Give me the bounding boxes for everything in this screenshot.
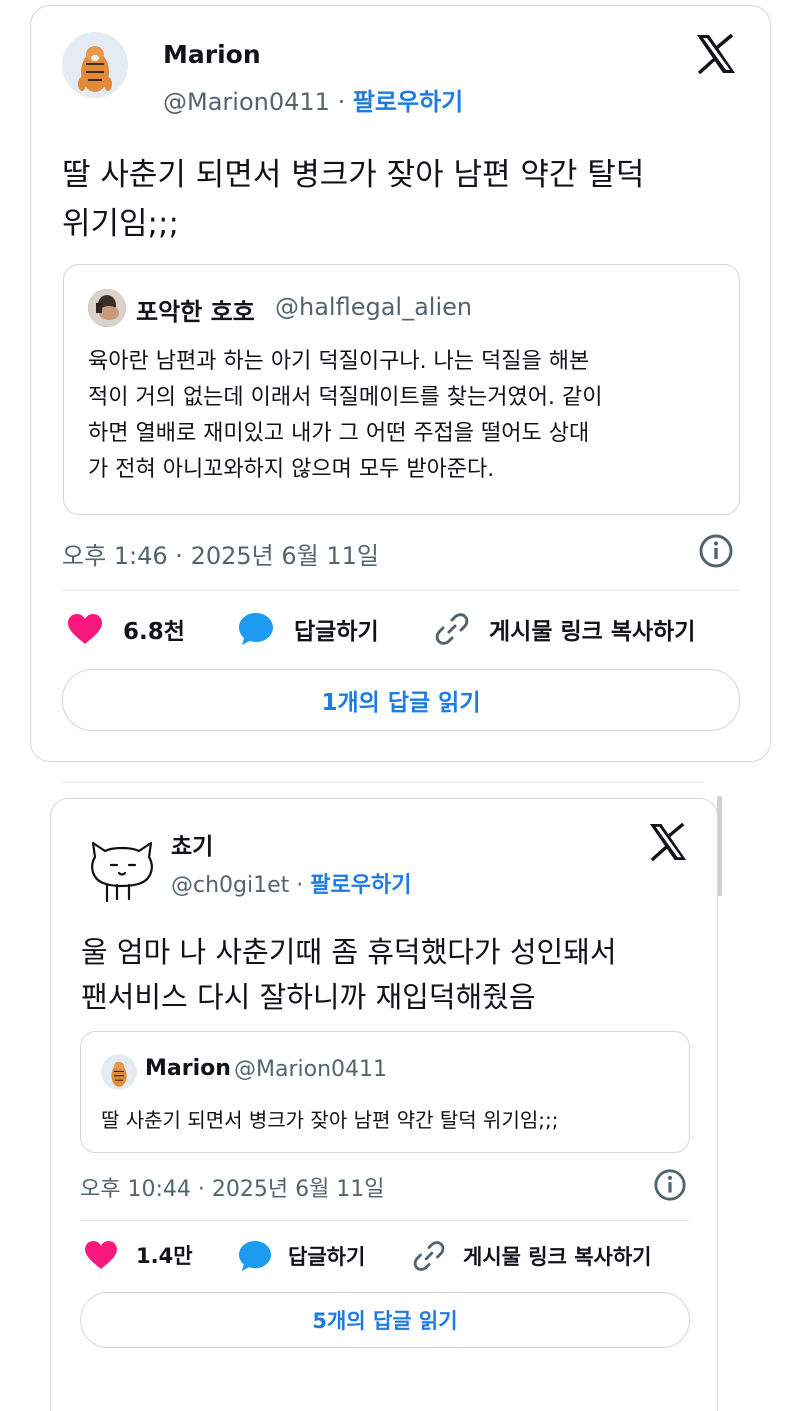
divider [80, 1220, 690, 1221]
copy-link-button[interactable]: 게시물 링크 복사하기 [435, 612, 695, 646]
like-count: 6.8천 [123, 619, 185, 645]
quote-text-line: 하면 열배로 재미있고 내가 그 어떤 주접을 떨어도 상대 [88, 421, 590, 446]
quote-author-avatar [88, 289, 126, 327]
copy-link-button[interactable]: 게시물 링크 복사하기 [413, 1240, 652, 1272]
quote-author-handle: @halflegal_alien [275, 293, 473, 321]
tweet-card: 쵸기 @ch0gi1et · 팔로우하기 울 엄마 나 사춘기때 좀 휴덕했다가… [50, 798, 718, 1411]
author-name[interactable]: Marion [163, 40, 261, 69]
reply-label: 답글하기 [294, 619, 379, 645]
author-handle-line: @ch0gi1et · 팔로우하기 [171, 867, 411, 899]
cat-doodle-avatar[interactable] [87, 835, 157, 905]
tiger-avatar[interactable] [62, 32, 128, 98]
quoted-tweet[interactable]: 포악한 호호 @halflegal_alien 육아란 남편과 하는 아기 덕질… [63, 264, 740, 515]
tweet-text-line: 딸 사춘기 되면서 병크가 잦아 남편 약간 탈덕 [62, 157, 645, 193]
timestamp[interactable]: 오후 10:44 · 2025년 6월 11일 [80, 1171, 385, 1203]
link-icon [435, 613, 469, 645]
info-icon[interactable] [653, 1168, 687, 1206]
tweet-card: Marion @Marion0411 · 팔로우하기 딸 사춘기 되면서 병크가… [30, 5, 771, 762]
timestamp[interactable]: 오후 1:46 · 2025년 6월 11일 [62, 536, 379, 571]
quote-text: 딸 사춘기 되면서 병크가 잦아 남편 약간 탈덕 위기임;;; [101, 1108, 559, 1132]
tweet-text-line: 팬서비스 다시 잘하니까 재입덕해줬음 [81, 980, 536, 1014]
reply-button[interactable]: 답글하기 [238, 612, 379, 646]
quote-author-name: 포악한 호호 [136, 298, 255, 326]
copy-link-label: 게시물 링크 복사하기 [489, 619, 696, 645]
quote-text-line: 가 전혀 아니꼬와하지 않으며 모두 받아준다. [88, 457, 495, 482]
reply-bubble-icon [239, 613, 273, 645]
quoted-tweet[interactable]: Marion @Marion0411 딸 사춘기 되면서 병크가 잦아 남편 약… [80, 1031, 690, 1153]
follow-button[interactable]: 팔로우하기 [353, 88, 463, 116]
tweet-text-line: 위기임;;; [62, 206, 179, 242]
read-replies-button[interactable]: 1개의 답글 읽기 [62, 669, 740, 731]
quote-text-line: 육아란 남편과 하는 아기 덕질이구나. 나는 덕질을 해본 [88, 349, 590, 374]
quote-author-avatar [101, 1054, 137, 1090]
like-count: 1.4만 [136, 1244, 193, 1268]
like-button[interactable]: 1.4만 [84, 1240, 193, 1270]
like-button[interactable]: 6.8천 [67, 612, 185, 646]
reply-label: 답글하기 [288, 1245, 366, 1269]
tweet-text-line: 울 엄마 나 사춘기때 좀 휴덕했다가 성인돼서 [81, 935, 617, 969]
read-replies-button[interactable]: 5개의 답글 읽기 [80, 1292, 690, 1348]
heart-icon [68, 614, 102, 644]
info-icon[interactable] [698, 533, 734, 573]
quote-author-handle: @Marion0411 [234, 1057, 388, 1082]
link-icon [413, 1241, 445, 1271]
handle-separator: · [337, 88, 353, 116]
author-name[interactable]: 쵸기 [171, 827, 213, 861]
author-handle-line: @Marion0411 · 팔로우하기 [163, 82, 463, 117]
divider [62, 590, 740, 591]
quote-text-line: 적이 거의 없는데 이래서 덕질메이트를 찾는거였어. 같이 [88, 385, 603, 410]
author-handle[interactable]: @ch0gi1et [171, 873, 289, 898]
reply-bubble-icon [239, 1240, 271, 1272]
follow-button[interactable]: 팔로우하기 [310, 873, 411, 898]
copy-link-label: 게시물 링크 복사하기 [463, 1245, 652, 1269]
quote-author-name: Marion [145, 1056, 231, 1081]
x-logo-icon[interactable] [695, 33, 737, 78]
handle-separator: · [296, 873, 311, 898]
heart-icon [85, 1240, 117, 1270]
author-handle[interactable]: @Marion0411 [163, 88, 330, 116]
reply-button[interactable]: 답글하기 [238, 1240, 365, 1272]
x-logo-icon[interactable] [648, 822, 688, 865]
divider [62, 782, 704, 783]
